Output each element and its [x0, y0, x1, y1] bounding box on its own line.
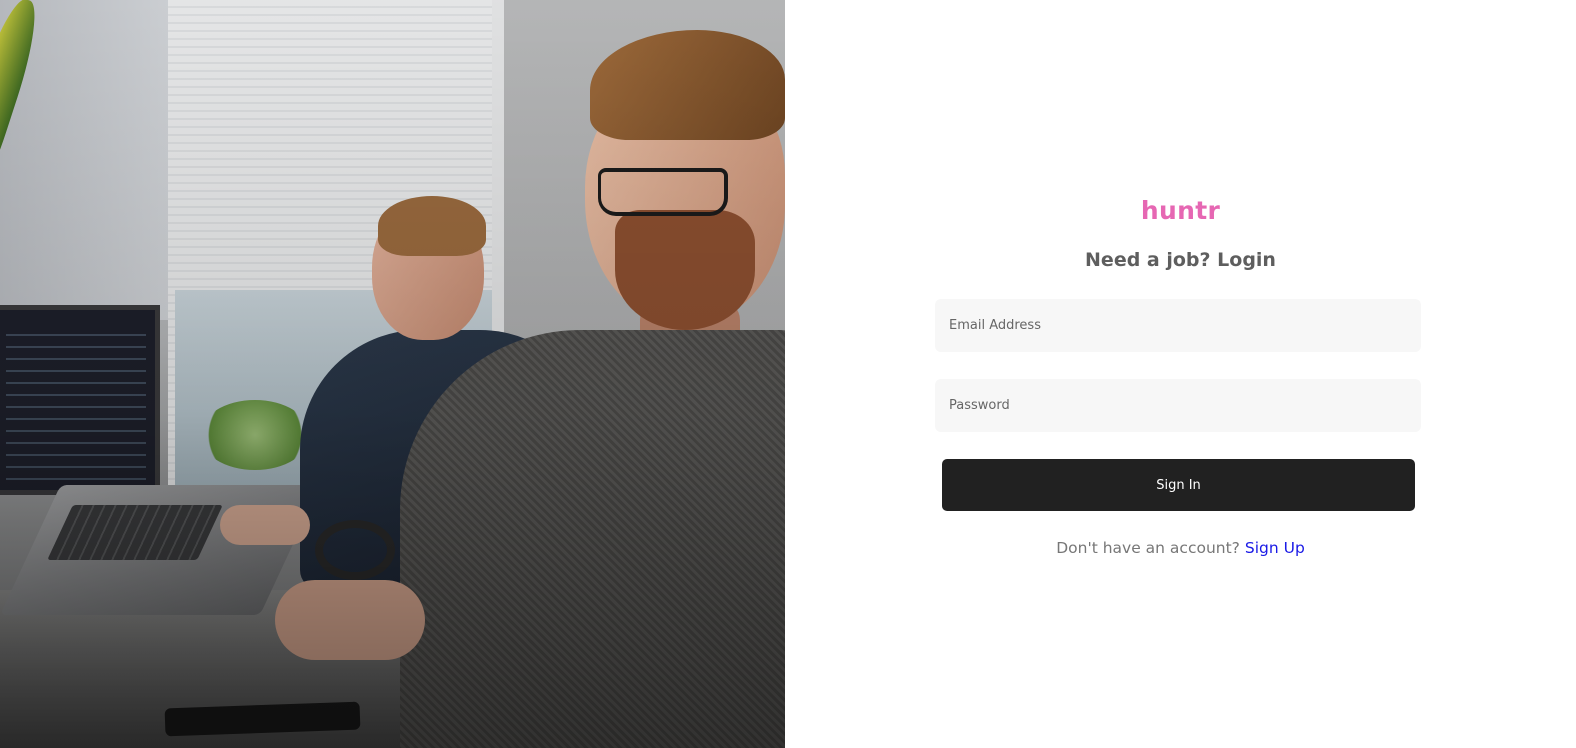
hero-photo — [0, 0, 785, 748]
signup-prompt-text: Don't have an account? — [1056, 539, 1240, 557]
login-panel: huntr Need a job? Login Sign In Don't ha… — [785, 0, 1576, 748]
photo-overlay — [0, 0, 785, 748]
sign-up-link[interactable]: Sign Up — [1245, 539, 1305, 557]
signup-prompt: Don't have an account? Sign Up — [785, 539, 1576, 557]
brand-logo: huntr — [1140, 196, 1221, 225]
email-field[interactable] — [935, 299, 1421, 352]
sign-in-button[interactable]: Sign In — [942, 459, 1415, 511]
login-heading: Need a job? Login — [1085, 249, 1276, 271]
password-field[interactable] — [935, 379, 1421, 432]
